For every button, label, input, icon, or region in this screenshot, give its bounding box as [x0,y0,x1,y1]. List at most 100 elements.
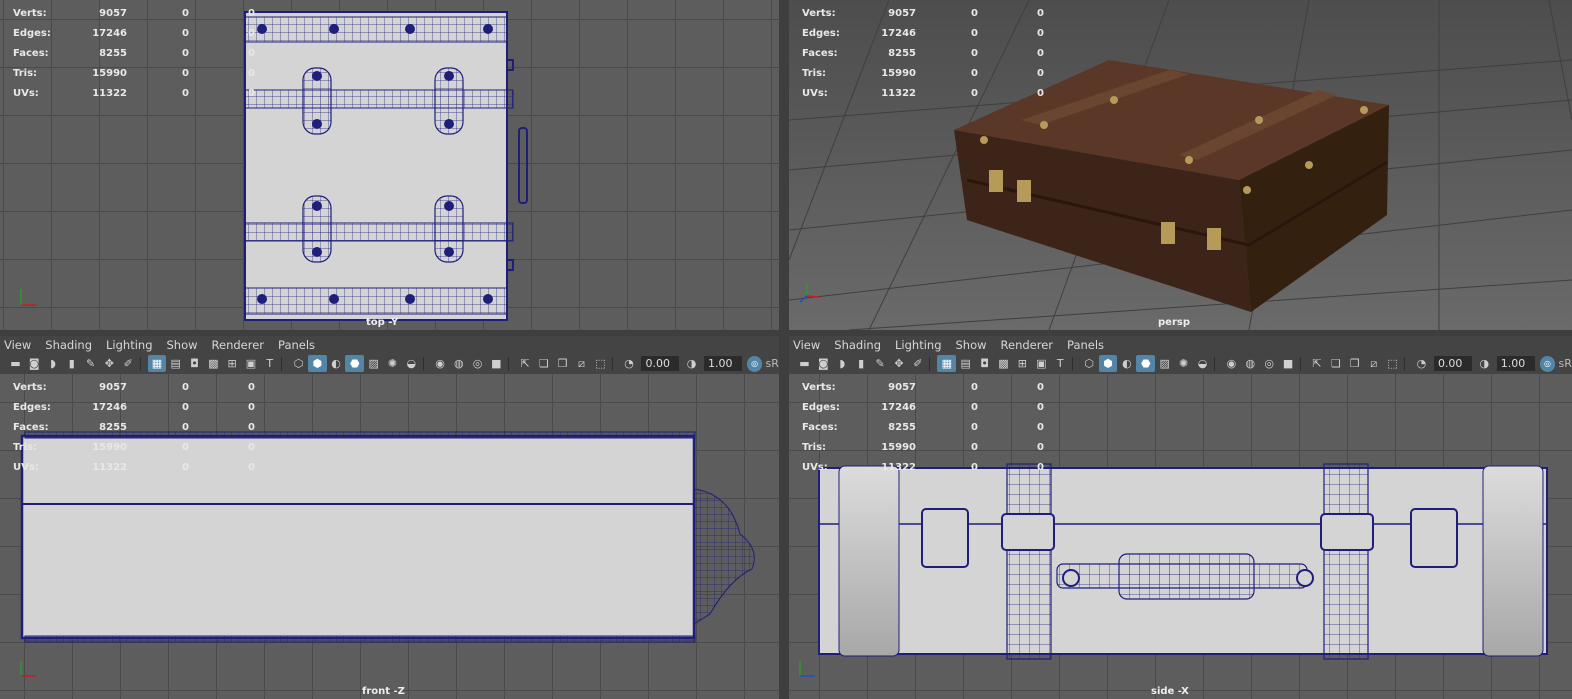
menu-shading[interactable]: Shading [45,338,92,352]
motion-blur-icon[interactable]: ◍ [1241,355,1260,372]
wireframe-on-shaded-icon[interactable]: ⬣ [1136,355,1156,372]
image-plane-icon[interactable]: ▮ [62,355,81,372]
viewport-top[interactable]: Verts: 9057 0 0 Edges: 17246 0 0 Faces: 8255 0 0 Tri… [0,0,779,330]
xray-joints-icon[interactable]: ⧄ [1364,355,1383,372]
camera-attributes-icon[interactable]: ◙ [814,355,833,372]
gamma-field[interactable]: 1.00 [703,356,742,371]
select-camera-icon[interactable]: ▬ [795,355,814,372]
two-d-pan-icon[interactable]: ✥ [890,355,909,372]
anti-aliasing-icon[interactable]: ◎ [468,355,487,372]
grease-pencil-icon[interactable]: ✎ [81,355,100,372]
exposure-field[interactable]: 0.00 [1433,356,1472,371]
hud-label: UVs: [13,461,39,473]
viewport-front[interactable]: Verts: 9057 0 0 Edges: 17246 0 0 Faces: 8255 0 0 Tri… [0,374,779,699]
gamma-field[interactable]: 1.00 [1496,356,1535,371]
menu-renderer[interactable]: Renderer [1001,338,1054,352]
resolution-gate-icon[interactable]: ◘ [975,355,994,372]
xray-active-icon[interactable]: ❐ [553,355,572,372]
anti-aliasing-icon[interactable]: ◎ [1260,355,1279,372]
color-management-icon[interactable]: ◎ [1539,355,1556,372]
textured-icon[interactable]: ▨ [1155,355,1174,372]
default-lighting-icon[interactable]: ◐ [327,355,346,372]
backface-culling-icon[interactable]: ⬚ [591,355,610,372]
menu-panels[interactable]: Panels [278,338,315,352]
safe-title-icon[interactable]: T [260,355,279,372]
safe-action-icon[interactable]: ▣ [242,355,261,372]
film-gate-icon[interactable]: ▤ [166,355,185,372]
wireframe-icon[interactable]: ⬡ [1080,355,1099,372]
field-chart-icon[interactable]: ⊞ [1013,355,1032,372]
hud-label: Verts: [802,381,836,393]
hud-row-tris: Tris: 15990 0 0 [802,63,1044,83]
shadows-icon[interactable]: ◒ [1193,355,1212,372]
wireframe-on-shaded-icon[interactable]: ⬣ [345,355,365,372]
menu-view[interactable]: View [793,338,820,352]
gate-mask-icon[interactable]: ▩ [204,355,223,372]
exposure-field[interactable]: 0.00 [641,356,680,371]
menu-shading[interactable]: Shading [834,338,881,352]
wireframe-icon[interactable]: ⬡ [289,355,308,372]
safe-action-icon[interactable]: ▣ [1032,355,1051,372]
menu-lighting[interactable]: Lighting [106,338,152,352]
xray-icon[interactable]: ❏ [535,355,554,372]
bookmark-icon[interactable]: ◗ [833,355,852,372]
grease-pencil-icon[interactable]: ✎ [871,355,890,372]
hud-value: 0 [248,7,255,19]
hud-label: UVs: [13,87,39,99]
camera-attributes-icon[interactable]: ◙ [25,355,44,372]
depth-of-field-icon[interactable]: ■ [487,355,506,372]
panel-icon-bar: ▬ ◙ ◗ ▮ ✎ ✥ ✐ ▦ ▤ ◘ ▩ ⊞ ▣ T ⬡ ⬢ ◐ ⬣ ▨ ✺ … [789,353,1572,374]
color-space-label[interactable]: sR [765,357,778,370]
hud-value: 0 [182,401,189,413]
xray-joints-icon[interactable]: ⧄ [572,355,591,372]
color-management-icon[interactable]: ◎ [746,355,763,372]
xray-icon[interactable]: ❏ [1326,355,1345,372]
field-chart-icon[interactable]: ⊞ [223,355,242,372]
brush-icon[interactable]: ✐ [908,355,927,372]
menu-renderer[interactable]: Renderer [212,338,265,352]
depth-of-field-icon[interactable]: ■ [1279,355,1298,372]
gate-mask-icon[interactable]: ▩ [994,355,1013,372]
camera-label-side: side -X [1151,686,1189,697]
exposure-icon[interactable]: ◔ [620,355,639,372]
motion-blur-icon[interactable]: ◍ [449,355,468,372]
smooth-shade-icon[interactable]: ⬢ [1098,355,1118,372]
two-d-pan-icon[interactable]: ✥ [100,355,119,372]
isolate-select-icon[interactable]: ⇱ [1308,355,1327,372]
textured-icon[interactable]: ▨ [364,355,383,372]
image-plane-icon[interactable]: ▮ [852,355,871,372]
axis-gizmo-icon [20,289,36,306]
viewport-side[interactable]: Verts: 9057 0 0 Edges: 17246 0 0 Faces: 8255 0 0 Tri… [789,374,1572,699]
viewport-divider-vertical[interactable] [779,0,789,699]
use-all-lights-icon[interactable]: ✺ [1174,355,1193,372]
color-space-label[interactable]: sR [1558,357,1571,370]
viewport-persp[interactable]: Verts: 9057 0 0 Edges: 17246 0 0 Faces: 8255 0 0 Tri… [789,0,1572,330]
screen-space-ao-icon[interactable]: ◉ [1222,355,1241,372]
brush-icon[interactable]: ✐ [119,355,138,372]
use-all-lights-icon[interactable]: ✺ [383,355,402,372]
exposure-icon[interactable]: ◔ [1412,355,1431,372]
select-camera-icon[interactable]: ▬ [6,355,25,372]
menu-panels[interactable]: Panels [1067,338,1104,352]
panel-toolbar-front: View Shading Lighting Show Renderer Pane… [0,336,779,374]
grid-icon[interactable]: ▦ [937,355,957,372]
safe-title-icon[interactable]: T [1051,355,1070,372]
default-lighting-icon[interactable]: ◐ [1117,355,1136,372]
menu-view[interactable]: View [4,338,31,352]
smooth-shade-icon[interactable]: ⬢ [307,355,327,372]
menu-lighting[interactable]: Lighting [895,338,941,352]
film-gate-icon[interactable]: ▤ [956,355,975,372]
hud-value: 15990 [92,441,127,453]
isolate-select-icon[interactable]: ⇱ [516,355,535,372]
shadows-icon[interactable]: ◒ [402,355,421,372]
menu-show[interactable]: Show [956,338,987,352]
grid-icon[interactable]: ▦ [147,355,167,372]
screen-space-ao-icon[interactable]: ◉ [431,355,450,372]
gamma-icon[interactable]: ◑ [1475,355,1494,372]
gamma-icon[interactable]: ◑ [682,355,701,372]
bookmark-icon[interactable]: ◗ [44,355,63,372]
xray-active-icon[interactable]: ❐ [1345,355,1364,372]
backface-culling-icon[interactable]: ⬚ [1383,355,1402,372]
resolution-gate-icon[interactable]: ◘ [185,355,204,372]
menu-show[interactable]: Show [167,338,198,352]
